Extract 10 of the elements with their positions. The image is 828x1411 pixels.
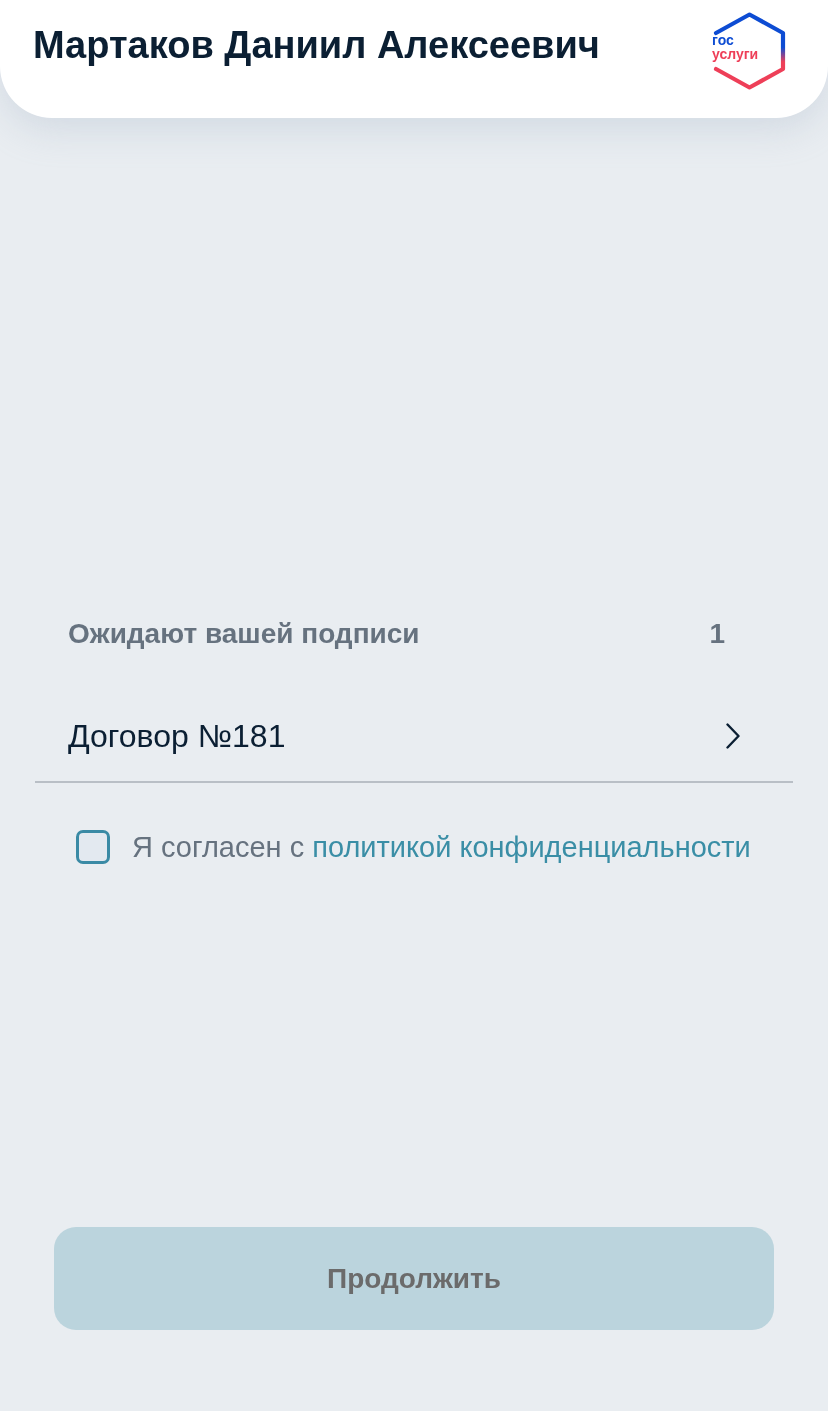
user-name-title: Мартаков Даниил Алексеевич [33,23,600,67]
privacy-policy-link[interactable]: политикой конфиденциальности [312,831,751,863]
pending-count: 1 [709,617,725,651]
consent-checkbox[interactable] [76,830,110,864]
consent-text: Я согласен с политикой конфиденциальности [132,830,751,865]
section-label: Ожидают вашей подписи [68,617,420,651]
chevron-right-icon [726,723,740,749]
logo-word: услуги [712,47,759,62]
logo-word: гос [712,33,734,48]
document-row[interactable]: Договор №181 [35,690,793,783]
